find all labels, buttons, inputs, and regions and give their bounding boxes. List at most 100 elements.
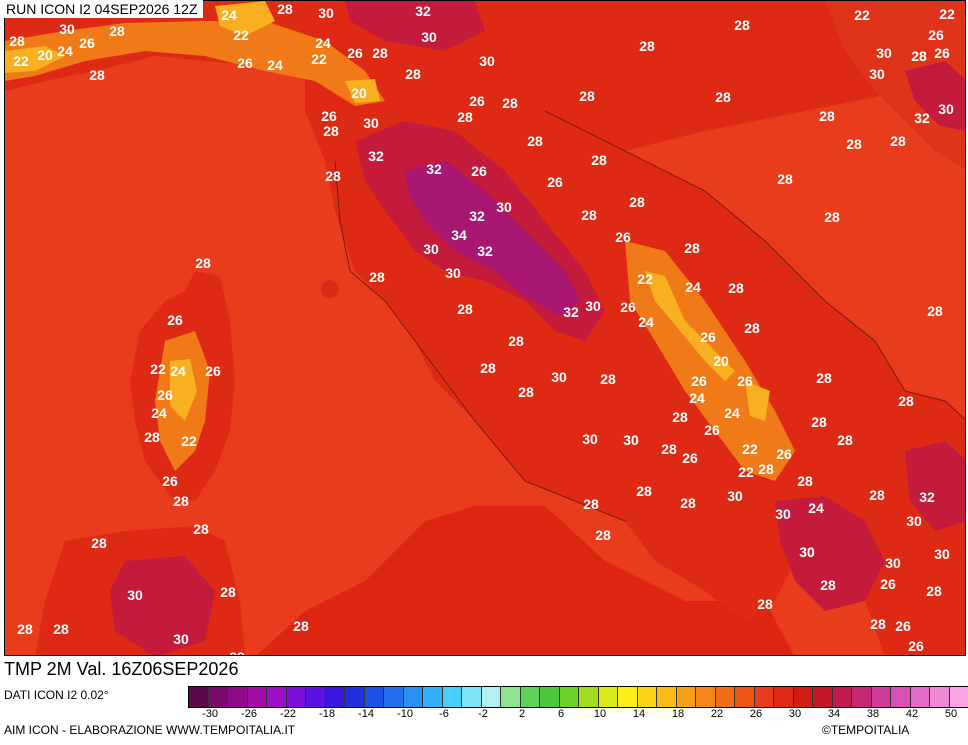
temperature-label: 28 [890, 133, 906, 149]
colorbar-tick-label: -2 [478, 708, 488, 720]
colorbar-tick-label: -14 [358, 708, 374, 720]
temperature-label: 24 [724, 405, 740, 421]
colorbar-swatch [735, 687, 755, 707]
temperature-label: 30 [496, 199, 512, 215]
temperature-label: 30 [869, 66, 885, 82]
temperature-label: 26 [880, 576, 896, 592]
temperature-label: 20 [713, 353, 729, 369]
temperature-label: 28 [911, 48, 927, 64]
colorbar-swatch [267, 687, 287, 707]
temperature-label: 28 [502, 95, 518, 111]
temperature-label: 28 [777, 171, 793, 187]
temperature-label: 28 [293, 618, 309, 634]
colorbar-tick-label: 42 [905, 708, 919, 720]
colorbar-swatch [891, 687, 911, 707]
temperature-label: 30 [623, 432, 639, 448]
temperature-label: 32 [563, 304, 579, 320]
temperature-label: 22 [311, 51, 327, 67]
colorbar-tick-label: 34 [827, 708, 841, 720]
temperature-label: 28 [89, 67, 105, 83]
colorbar-tick-label: -10 [397, 708, 413, 720]
temperature-label: 28 [898, 393, 914, 409]
temperature-label: 26 [615, 229, 631, 245]
temperature-label: 28 [600, 371, 616, 387]
temperature-label: 28 [715, 89, 731, 105]
temperature-label: 26 [157, 387, 173, 403]
colorbar-swatch [598, 687, 618, 707]
copyright-text: ©TEMPOITALIA [822, 723, 910, 737]
temperature-label: 26 [347, 45, 363, 61]
temperature-label: 28 [173, 493, 189, 509]
colorbar-swatch [228, 687, 248, 707]
colorbar-swatch [637, 687, 657, 707]
temperature-label: 28 [926, 583, 942, 599]
temperature-label: 30 [423, 241, 439, 257]
temperature-label: 22 [939, 6, 955, 22]
colorbar-swatch [774, 687, 794, 707]
colorbar-swatch [754, 687, 774, 707]
temperature-label: 30 [551, 369, 567, 385]
temperature-label: 28 [581, 207, 597, 223]
colorbar-swatch [657, 687, 677, 707]
colorbar-tick-label: -6 [439, 708, 449, 720]
colorbar-swatch [306, 687, 326, 707]
colorbar-tick-label: -22 [280, 708, 296, 720]
colorbar-swatch [189, 687, 209, 707]
temperature-label: 28 [636, 483, 652, 499]
temperature-label: 28 [109, 23, 125, 39]
temperature-label: 30 [585, 298, 601, 314]
colorbar-swatch [423, 687, 443, 707]
temperature-label: 28 [846, 136, 862, 152]
colorbar-legend [188, 686, 968, 708]
temperature-label: 32 [919, 489, 935, 505]
temperature-label: 28 [518, 384, 534, 400]
colorbar-tick-label: 2 [518, 708, 526, 720]
temperature-label: 30 [582, 431, 598, 447]
temperature-label: 28 [797, 473, 813, 489]
temperature-label: 22 [13, 53, 29, 69]
temperature-label: 26 [237, 55, 253, 71]
colorbar-swatch [910, 687, 930, 707]
temperature-label: 22 [637, 271, 653, 287]
temperature-label: 28 [579, 88, 595, 104]
colorbar-tick-label: 30 [788, 708, 802, 720]
elba-island [321, 280, 339, 298]
temperature-label: 30 [775, 506, 791, 522]
colorbar-swatch [384, 687, 404, 707]
temperature-label: 24 [685, 279, 701, 295]
temperature-label: 24 [221, 7, 237, 23]
colorbar-tick-label: 38 [866, 708, 880, 720]
temperature-label: 28 [583, 496, 599, 512]
temperature-label: 26 [620, 299, 636, 315]
temperature-label: 28 [91, 535, 107, 551]
temperature-label: 30 [445, 265, 461, 281]
colorbar-ticks: -30 -26 -22 -18 -14 -10 -6 -2 2 6 10 14 18 22 26 30 34 38… [188, 708, 968, 724]
colorbar-tick-label: -26 [241, 708, 257, 720]
colorbar-swatch [208, 687, 228, 707]
temperature-label: 24 [57, 43, 73, 59]
map-canvas: 2822 20 24 2630 282824 28 30 3222 302426 282226 24… [5, 1, 965, 655]
temperature-label: 30 [727, 488, 743, 504]
temperature-label: 28 [53, 621, 69, 637]
colorbar-swatch [949, 687, 968, 707]
temperature-label: 30 [885, 555, 901, 571]
temperature-label: 24 [315, 35, 331, 51]
colorbar-swatch [442, 687, 462, 707]
temperature-label: 28 [220, 584, 236, 600]
temperature-label: 22 [233, 27, 249, 43]
temperature-label: 28 [9, 33, 25, 49]
colorbar-swatch [715, 687, 735, 707]
temperature-label: 30 [906, 513, 922, 529]
temperature-label: 28 [869, 487, 885, 503]
temperature-label: 28 [508, 333, 524, 349]
colorbar-swatch [696, 687, 716, 707]
temperature-label: 28 [277, 1, 293, 17]
temperature-label: 28 [369, 269, 385, 285]
colorbar-swatch [325, 687, 345, 707]
temperature-label: 24 [170, 363, 186, 379]
temperature-label: 28 [757, 596, 773, 612]
colorbar-swatch [813, 687, 833, 707]
temperature-label: 24 [267, 57, 283, 73]
temperature-label: 26 [321, 108, 337, 124]
temperature-label: 24 [638, 314, 654, 330]
